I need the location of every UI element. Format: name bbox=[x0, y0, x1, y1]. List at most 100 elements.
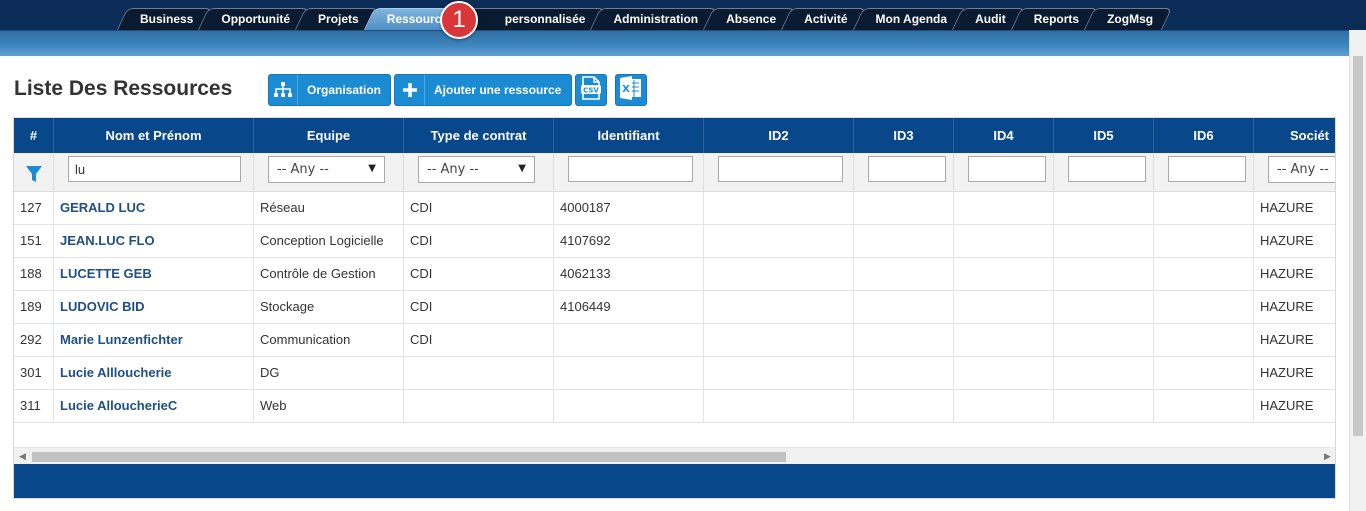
table-row: 189 LUDOVIC BID Stockage CDI 4106449 HAZURE bbox=[14, 291, 1335, 324]
tab-absence[interactable]: Absence bbox=[708, 8, 790, 30]
table-cell bbox=[554, 390, 704, 423]
export-csv-button[interactable]: CSV bbox=[575, 74, 607, 106]
resource-name-link[interactable]: Lucie Allloucherie bbox=[54, 357, 254, 390]
resource-name-link[interactable]: GERALD LUC bbox=[54, 192, 254, 225]
tab-activit-[interactable]: Activité bbox=[786, 8, 861, 30]
tab-audit[interactable]: Audit bbox=[957, 8, 1020, 30]
scroll-right-icon[interactable]: ▶ bbox=[1324, 451, 1331, 462]
tab-business[interactable]: Business bbox=[122, 8, 207, 30]
id2-filter-input[interactable] bbox=[718, 156, 843, 182]
organisation-button[interactable]: Organisation bbox=[268, 74, 391, 106]
table-cell bbox=[854, 357, 954, 390]
table-cell: CDI bbox=[404, 225, 554, 258]
tab-label: ZogMsg bbox=[1107, 12, 1154, 26]
column-header[interactable]: ID4 bbox=[954, 118, 1054, 153]
tab-label: personnalisée bbox=[504, 12, 586, 26]
name-filter-input[interactable] bbox=[68, 156, 241, 182]
tab-opportunit-[interactable]: Opportunité bbox=[203, 8, 304, 30]
page-scrollbar-thumb[interactable] bbox=[1353, 56, 1363, 436]
add-resource-label: Ajouter une ressource bbox=[434, 83, 562, 97]
table-cell bbox=[1054, 291, 1154, 324]
table-cell: 127 bbox=[14, 192, 54, 225]
resource-name-link[interactable]: Marie Lunzenfichter bbox=[54, 324, 254, 357]
resource-name-link[interactable]: Lucie AlloucherieC bbox=[54, 390, 254, 423]
equipe-filter-select[interactable]: -- Any -- ▼ bbox=[268, 156, 385, 183]
filter-cell-societe: -- Any -- bbox=[1254, 153, 1335, 192]
contrat-filter-value: -- Any -- bbox=[427, 162, 479, 177]
add-resource-button[interactable]: Ajouter une ressource bbox=[394, 74, 572, 106]
id5-filter-input[interactable] bbox=[1068, 156, 1146, 182]
table-cell bbox=[1054, 225, 1154, 258]
resource-name-link[interactable]: LUCETTE GEB bbox=[54, 258, 254, 291]
tab-label: Projets bbox=[318, 12, 359, 26]
main-tabs: Business Opportunité Projets Ressources pers… bbox=[122, 8, 1163, 30]
column-header[interactable]: Equipe bbox=[254, 118, 404, 153]
tab-zogmsg[interactable]: ZogMsg bbox=[1089, 8, 1167, 30]
tab-label: Opportunité bbox=[221, 12, 291, 26]
grid-body: 127 GERALD LUC Réseau CDI 4000187 HAZURE 151 JE… bbox=[14, 192, 1335, 423]
tab-administration[interactable]: Administration bbox=[595, 8, 712, 30]
table-cell bbox=[554, 357, 704, 390]
tab-mon-agenda[interactable]: Mon Agenda bbox=[858, 8, 962, 30]
table-cell bbox=[1054, 324, 1154, 357]
scroll-left-icon[interactable]: ◀ bbox=[19, 451, 26, 462]
table-cell: Contrôle de Gestion bbox=[254, 258, 404, 291]
table-cell bbox=[854, 390, 954, 423]
tab-personnalis-e[interactable]: personnalisée bbox=[465, 8, 600, 30]
table-cell: CDI bbox=[404, 258, 554, 291]
table-cell bbox=[1054, 357, 1154, 390]
export-excel-button[interactable]: X bbox=[615, 74, 647, 106]
id4-filter-input[interactable] bbox=[968, 156, 1046, 182]
table-cell bbox=[954, 225, 1054, 258]
resource-name-link[interactable]: LUDOVIC BID bbox=[54, 291, 254, 324]
table-cell: DG bbox=[254, 357, 404, 390]
table-cell: 4106449 bbox=[554, 291, 704, 324]
table-cell bbox=[854, 192, 954, 225]
page-vertical-scrollbar[interactable] bbox=[1349, 30, 1366, 511]
tab-reports[interactable]: Reports bbox=[1016, 8, 1093, 30]
tab-projets[interactable]: Projets bbox=[300, 8, 373, 30]
table-cell: CDI bbox=[404, 324, 554, 357]
identifiant-filter-input[interactable] bbox=[568, 156, 693, 182]
column-header[interactable]: ID3 bbox=[854, 118, 954, 153]
societe-filter-select[interactable]: -- Any -- bbox=[1268, 156, 1335, 183]
horizontal-scrollbar[interactable]: ◀ ▶ bbox=[14, 447, 1335, 464]
table-row: 311 Lucie AlloucherieC Web HAZURE bbox=[14, 390, 1335, 423]
id6-filter-input[interactable] bbox=[1168, 156, 1246, 182]
column-header[interactable]: # bbox=[14, 118, 54, 153]
table-cell: HAZURE bbox=[1260, 332, 1314, 347]
table-cell: Conception Logicielle bbox=[254, 225, 404, 258]
table-cell: HAZURE bbox=[1260, 365, 1314, 380]
scrollbar-thumb[interactable] bbox=[32, 452, 786, 462]
table-cell bbox=[554, 324, 704, 357]
column-header[interactable]: ID2 bbox=[704, 118, 854, 153]
filter-cell-id bbox=[14, 153, 54, 192]
filter-row: -- Any -- ▼ -- Any -- ▼ -- Any -- bbox=[14, 153, 1335, 192]
tab-label: Mon Agenda bbox=[875, 12, 948, 26]
column-header[interactable]: Nom et Prénom bbox=[54, 118, 254, 153]
column-header[interactable]: Type de contrat bbox=[404, 118, 554, 153]
filter-cell-id6 bbox=[1154, 153, 1254, 192]
contrat-filter-select[interactable]: -- Any -- ▼ bbox=[418, 156, 535, 183]
table-cell bbox=[704, 291, 854, 324]
csv-icon: CSV bbox=[580, 75, 602, 105]
table-cell bbox=[1154, 258, 1254, 291]
filter-cell-equipe: -- Any -- ▼ bbox=[254, 153, 404, 192]
id3-filter-input[interactable] bbox=[868, 156, 946, 182]
table-cell bbox=[704, 258, 854, 291]
equipe-filter-value: -- Any -- bbox=[277, 162, 329, 177]
dropdown-arrow-icon: ▼ bbox=[518, 163, 526, 174]
table-cell: 4062133 bbox=[554, 258, 704, 291]
column-header[interactable]: Sociét bbox=[1254, 118, 1335, 153]
filter-cell-id5 bbox=[1054, 153, 1154, 192]
table-cell bbox=[404, 390, 554, 423]
column-header[interactable]: ID6 bbox=[1154, 118, 1254, 153]
step-badge: 1 bbox=[440, 1, 478, 39]
resource-name-link[interactable]: JEAN.LUC FLO bbox=[54, 225, 254, 258]
tab-label: Administration bbox=[613, 12, 699, 26]
filter-icon[interactable] bbox=[25, 165, 43, 188]
column-header[interactable]: Identifiant bbox=[554, 118, 704, 153]
column-header[interactable]: ID5 bbox=[1054, 118, 1154, 153]
table-cell: 301 bbox=[14, 357, 54, 390]
table-cell: 4000187 bbox=[554, 192, 704, 225]
